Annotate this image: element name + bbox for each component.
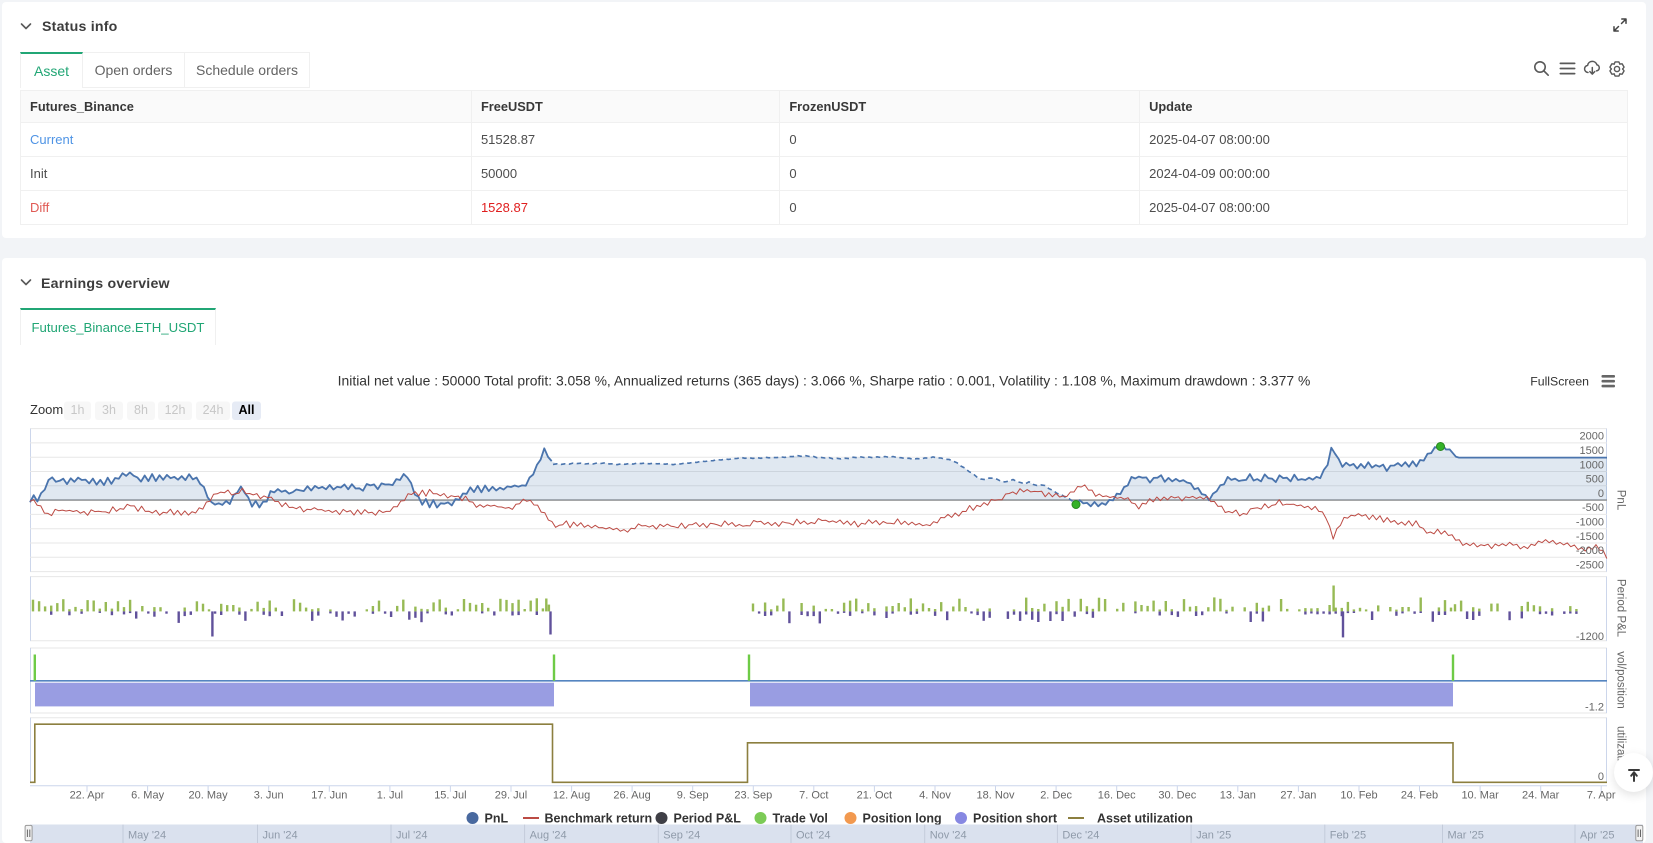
svg-text:Nov '24: Nov '24 (930, 830, 967, 842)
svg-text:Zoom: Zoom (30, 402, 63, 417)
svg-text:Trade Vol: Trade Vol (773, 811, 828, 825)
svg-text:9. Sep: 9. Sep (677, 790, 709, 802)
svg-text:29. Jul: 29. Jul (495, 790, 527, 802)
svg-text:Jul '24: Jul '24 (396, 830, 427, 842)
svg-text:Asset utilization: Asset utilization (1097, 811, 1193, 825)
svg-text:8h: 8h (134, 403, 148, 417)
svg-text:24h: 24h (203, 403, 224, 417)
svg-text:Aug '24: Aug '24 (530, 830, 567, 842)
svg-text:24. Feb: 24. Feb (1401, 790, 1438, 802)
svg-text:Period P&L: Period P&L (1615, 579, 1627, 638)
svg-text:1500: 1500 (1580, 445, 1604, 457)
svg-text:16. Dec: 16. Dec (1098, 790, 1136, 802)
svg-text:PnL: PnL (1615, 490, 1627, 511)
svg-text:-2500: -2500 (1576, 559, 1604, 571)
svg-text:Dec '24: Dec '24 (1062, 830, 1099, 842)
svg-text:27. Jan: 27. Jan (1280, 790, 1316, 802)
svg-text:10. Mar: 10. Mar (1461, 790, 1499, 802)
svg-text:12. Aug: 12. Aug (553, 790, 590, 802)
svg-text:1. Jul: 1. Jul (377, 790, 403, 802)
svg-text:17. Jun: 17. Jun (311, 790, 347, 802)
svg-text:Period P&L: Period P&L (674, 811, 742, 825)
svg-text:Position long: Position long (863, 811, 942, 825)
svg-text:500: 500 (1586, 474, 1604, 486)
svg-text:Sep '24: Sep '24 (663, 830, 700, 842)
svg-text:30. Dec: 30. Dec (1158, 790, 1196, 802)
svg-text:vol/position: vol/position (1615, 651, 1627, 709)
svg-text:Jan '25: Jan '25 (1196, 830, 1231, 842)
svg-text:Initial net value : 50000 Tota: Initial net value : 50000 Total profit: … (338, 373, 1311, 389)
svg-text:FullScreen: FullScreen (1530, 375, 1589, 389)
svg-text:3h: 3h (102, 403, 116, 417)
svg-text:Position short: Position short (973, 811, 1058, 825)
svg-text:13. Jan: 13. Jan (1220, 790, 1256, 802)
svg-text:6. May: 6. May (131, 790, 165, 802)
svg-text:-500: -500 (1582, 502, 1604, 514)
svg-text:1h: 1h (71, 403, 85, 417)
svg-text:Apr '25: Apr '25 (1580, 830, 1615, 842)
svg-text:All: All (239, 403, 255, 417)
svg-text:-2000: -2000 (1576, 545, 1604, 557)
svg-text:0: 0 (1598, 771, 1604, 783)
svg-text:26. Aug: 26. Aug (613, 790, 650, 802)
svg-text:22. Apr: 22. Apr (70, 790, 105, 802)
svg-text:20. May: 20. May (189, 790, 229, 802)
svg-text:Oct '24: Oct '24 (796, 830, 831, 842)
svg-text:2. Dec: 2. Dec (1040, 790, 1072, 802)
svg-text:May '24: May '24 (128, 830, 166, 842)
svg-text:7. Oct: 7. Oct (799, 790, 828, 802)
svg-text:23. Sep: 23. Sep (734, 790, 772, 802)
svg-text:0: 0 (1598, 488, 1604, 500)
svg-text:Jun '24: Jun '24 (263, 830, 298, 842)
svg-text:2000: 2000 (1580, 431, 1604, 443)
svg-text:1000: 1000 (1580, 459, 1604, 471)
svg-text:10. Feb: 10. Feb (1340, 790, 1377, 802)
svg-text:21. Oct: 21. Oct (857, 790, 892, 802)
svg-text:Feb '25: Feb '25 (1330, 830, 1366, 842)
svg-text:-1000: -1000 (1576, 517, 1604, 529)
svg-text:7. Apr: 7. Apr (1587, 790, 1616, 802)
svg-text:24. Mar: 24. Mar (1522, 790, 1560, 802)
svg-text:PnL: PnL (485, 811, 509, 825)
svg-text:12h: 12h (165, 403, 186, 417)
svg-text:4. Nov: 4. Nov (919, 790, 951, 802)
svg-text:Mar '25: Mar '25 (1448, 830, 1484, 842)
svg-text:-1.2: -1.2 (1585, 702, 1604, 714)
svg-text:-1500: -1500 (1576, 531, 1604, 543)
svg-text:-1200: -1200 (1576, 631, 1604, 643)
svg-text:Benchmark return: Benchmark return (545, 811, 653, 825)
svg-text:3. Jun: 3. Jun (254, 790, 284, 802)
svg-text:18. Nov: 18. Nov (977, 790, 1015, 802)
svg-text:15. Jul: 15. Jul (434, 790, 466, 802)
